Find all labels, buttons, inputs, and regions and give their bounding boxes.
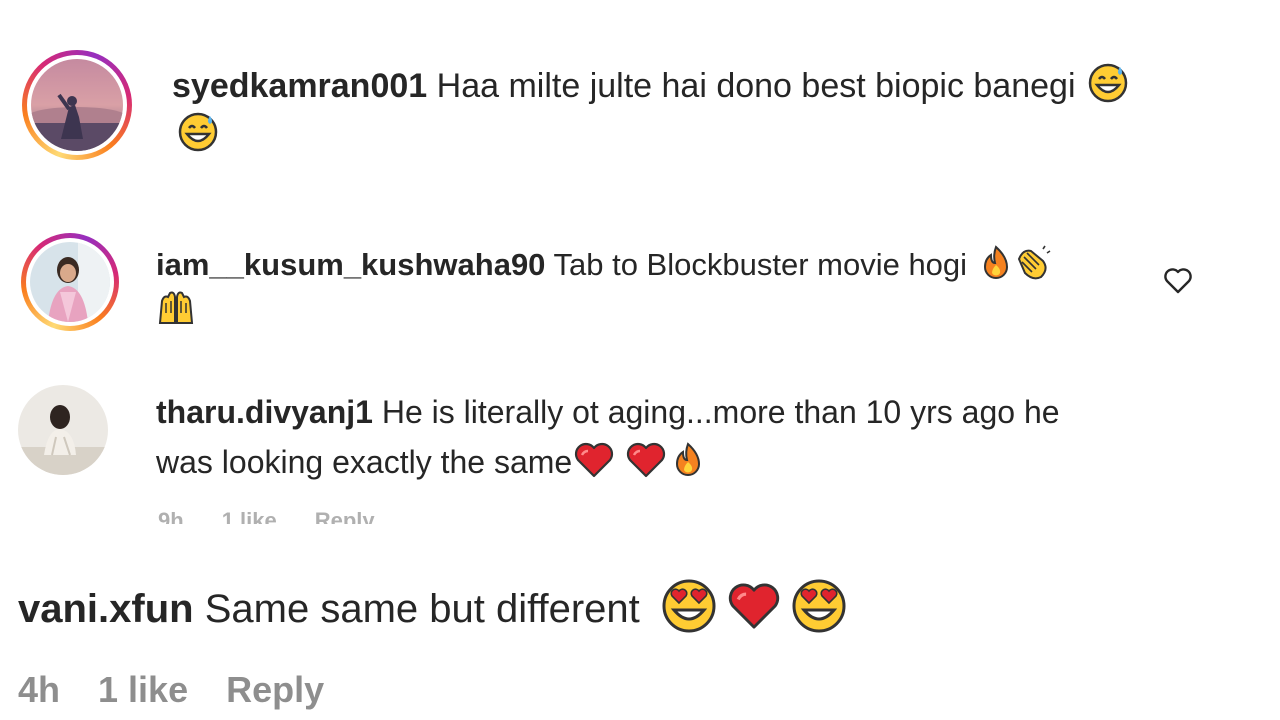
- clapping-hands-emoji: [1017, 245, 1051, 280]
- comment-item: iam__kusum_kushwaha90 Tab to Blockbuster…: [0, 225, 1280, 355]
- fire-emoji: [676, 442, 701, 476]
- comment-meta-clipped: 9h 1 like Reply: [158, 512, 458, 524]
- comment-item: syedkamran001 Haa milte julte hai dono b…: [0, 0, 1280, 180]
- avatar-photo: [30, 242, 110, 322]
- heart-eyes-emoji: [792, 579, 846, 633]
- comment-meta-clipped: [156, 352, 456, 357]
- fire-emoji: [983, 245, 1008, 279]
- comment-meta: 4h 1 like Reply: [18, 662, 618, 720]
- comment-body-line2: was looking exactly the same: [156, 444, 573, 480]
- red-heart-emoji: [575, 442, 614, 478]
- red-heart-emoji: [627, 442, 666, 478]
- raising-hands-emoji: [158, 291, 194, 324]
- avatar[interactable]: [21, 233, 119, 331]
- comment-username[interactable]: vani.xfun: [18, 587, 194, 631]
- red-heart-emoji: [728, 583, 780, 629]
- comment-username[interactable]: syedkamran001: [172, 67, 427, 105]
- comment-time: 9h: [158, 512, 184, 524]
- comment-likes[interactable]: 1 like: [98, 669, 188, 710]
- comment-item: vani.xfun Same same but different 4h 1 li…: [0, 560, 1280, 720]
- comment-item: tharu.divyanj1 He is literally ot aging.…: [0, 380, 1280, 525]
- comment-text: tharu.divyanj1 He is literally ot aging.…: [156, 387, 1256, 487]
- comment-body: Same same but different: [204, 587, 640, 631]
- heart-eyes-emoji: [662, 579, 716, 633]
- grinning-sweat-emoji: [178, 112, 218, 152]
- comment-username[interactable]: iam__kusum_kushwaha90: [156, 247, 545, 282]
- comment-username[interactable]: tharu.divyanj1: [156, 394, 373, 430]
- avatar[interactable]: [18, 385, 108, 475]
- avatar-photo: [31, 59, 123, 151]
- comment-body: Haa milte julte hai dono best biopic ban…: [436, 67, 1076, 105]
- heart-outline-icon[interactable]: [1163, 267, 1193, 295]
- comment-text: iam__kusum_kushwaha90 Tab to Blockbuster…: [156, 243, 1136, 331]
- comment-text: vani.xfun Same same but different: [18, 578, 1218, 637]
- avatar[interactable]: [22, 50, 132, 160]
- reply-button[interactable]: Reply: [226, 669, 324, 710]
- grinning-sweat-emoji: [1088, 63, 1128, 103]
- comment-likes[interactable]: 1 like: [222, 512, 277, 524]
- comment-body-line1: He is literally ot aging...more than 10 …: [381, 394, 1060, 430]
- avatar-photo: [18, 385, 108, 475]
- reply-button[interactable]: Reply: [315, 512, 375, 524]
- comment-time: 4h: [18, 669, 61, 710]
- comment-body: Tab to Blockbuster movie hogi: [553, 247, 968, 282]
- comment-text: syedkamran001 Haa milte julte hai dono b…: [172, 62, 1262, 160]
